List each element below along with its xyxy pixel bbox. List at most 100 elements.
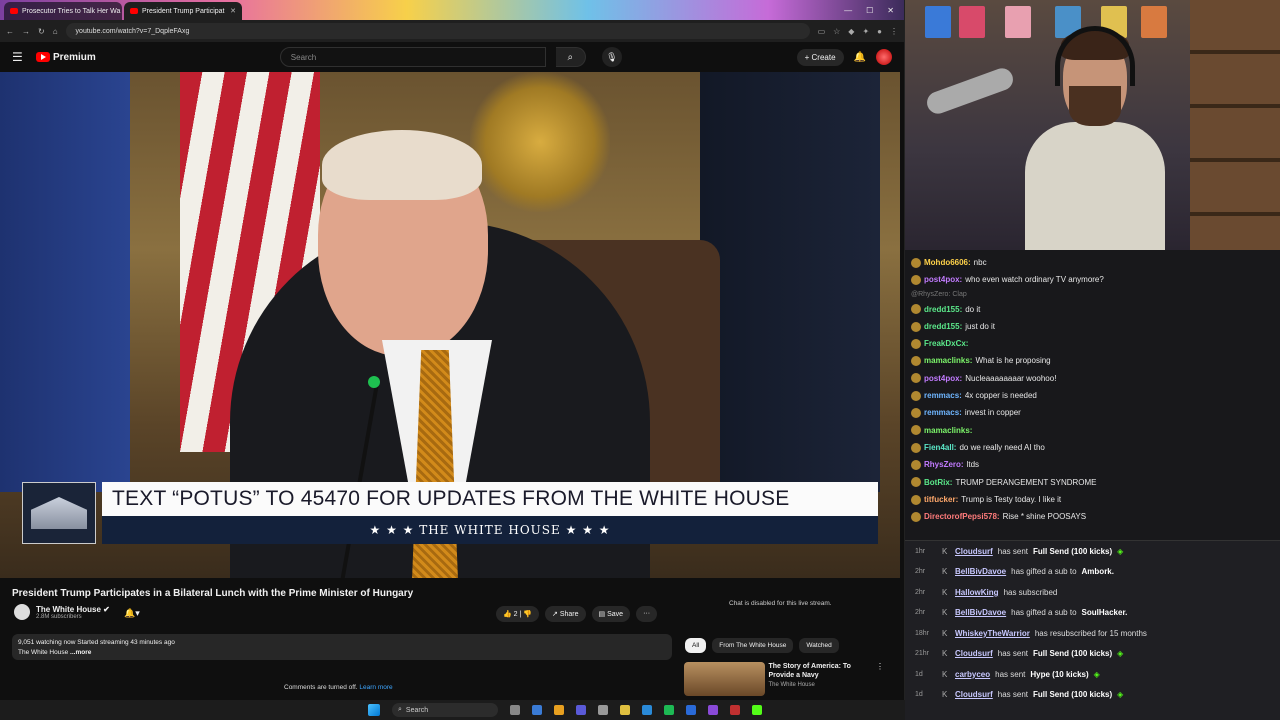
alert-username[interactable]: carbyceo — [955, 670, 990, 679]
folder-icon[interactable] — [620, 705, 630, 715]
recommended-thumbnail[interactable] — [684, 662, 765, 696]
close-window-icon[interactable]: ✕ — [887, 6, 894, 15]
app-icon[interactable] — [642, 705, 652, 715]
chat-username[interactable]: Mohdo6606: — [924, 254, 971, 271]
hamburger-icon[interactable]: ☰ — [12, 50, 26, 64]
chat-badge-icon — [911, 459, 921, 470]
alert-time: 1d — [915, 670, 923, 678]
chat-disabled-notice: Chat is disabled for this live stream. — [729, 600, 832, 607]
app-icon[interactable] — [532, 705, 542, 715]
alert-username[interactable]: HallowKing — [955, 588, 999, 597]
chat-username[interactable]: remmacs: — [924, 387, 962, 404]
microphone-icon[interactable]: 🎙 — [601, 47, 622, 67]
alert-username[interactable]: Cloudsurf — [955, 649, 993, 658]
more-icon[interactable]: ⋮ — [890, 27, 898, 36]
alert-row: 2hr K BellBivDavoe has gifted a sub to SoulH… — [905, 603, 1280, 624]
chrome-icon[interactable] — [554, 705, 564, 715]
chat-username[interactable]: dredd155: — [924, 318, 962, 335]
video-info: President Trump Participates in a Bilate… — [0, 580, 900, 700]
tab-prosecutor[interactable]: Prosecutor Tries to Talk Her Wa✕ — [4, 2, 122, 20]
chat-username[interactable]: DirectorofPepsi578: — [924, 508, 1000, 525]
channel-name[interactable]: The White House ✔ — [36, 605, 110, 614]
chip-from-channel[interactable]: From The White House — [712, 638, 794, 653]
chat-badge-icon — [911, 356, 921, 367]
alert-username[interactable]: BellBivDavoe — [955, 567, 1006, 576]
chat-message: mamaclinks: — [911, 422, 1274, 439]
windows-start-icon[interactable] — [368, 704, 380, 716]
recommended-title[interactable]: The Story of America: To Provide a Navy — [769, 662, 873, 680]
description-more[interactable]: ...more — [70, 649, 91, 656]
star-icon[interactable]: ☆ — [833, 27, 840, 36]
minimize-icon[interactable]: — — [844, 6, 852, 15]
chat-username[interactable]: mamaclinks: — [924, 352, 972, 369]
chat-username[interactable]: titfucker: — [924, 491, 958, 508]
alert-text: has gifted a sub to — [1011, 567, 1077, 577]
task-view-icon[interactable] — [510, 705, 520, 715]
share-button[interactable]: ↗ Share — [545, 606, 586, 622]
create-button[interactable]: + Create — [796, 48, 844, 66]
url-field[interactable]: youtube.com/watch?v=7_DqpleFAxg — [65, 23, 810, 39]
chat-username[interactable]: post4pox: — [924, 370, 962, 387]
back-icon[interactable]: ← — [6, 27, 14, 36]
chat-username[interactable]: mamaclinks: — [924, 422, 972, 439]
channel-avatar[interactable] — [14, 604, 30, 620]
chat-username[interactable]: remmacs: — [924, 404, 962, 421]
close-icon[interactable]: ✕ — [230, 7, 236, 15]
chat-badge-icon — [911, 408, 921, 419]
maximize-icon[interactable]: ☐ — [866, 6, 873, 15]
chat-username[interactable]: BotRix: — [924, 474, 952, 491]
thumbs-down-icon[interactable]: 👎 — [523, 611, 532, 618]
chip-watched[interactable]: Watched — [799, 638, 839, 653]
chip-all[interactable]: All — [685, 638, 707, 653]
home-icon[interactable]: ⌂ — [53, 27, 58, 36]
chat-username[interactable]: RhysZero: — [924, 456, 964, 473]
more-actions-button[interactable]: ··· — [636, 606, 658, 622]
avatar[interactable] — [876, 49, 892, 65]
app-icon[interactable] — [598, 705, 608, 715]
recommended-video[interactable]: The Story of America: To Provide a Navy … — [684, 662, 884, 700]
save-button[interactable]: ▤ Save — [591, 606, 631, 622]
alert-text: has sent — [997, 546, 1029, 556]
notification-bell-icon[interactable]: 🔔▾ — [124, 608, 140, 619]
chat-badge-icon — [911, 321, 921, 332]
video-player[interactable]: TEXT “POTUS” TO 45470 FOR UPDATES FROM T… — [0, 72, 900, 578]
alert-time: 18hr — [915, 629, 930, 637]
search-icon[interactable]: ⌕ — [555, 47, 586, 67]
taskbar-search[interactable]: ⌕ Search — [392, 703, 498, 717]
like-button[interactable]: 👍 2 | 👎 — [496, 606, 540, 622]
tab-president-trump[interactable]: President Trump Participat ✕ — [124, 2, 242, 20]
learn-more-link[interactable]: Learn more — [359, 684, 392, 691]
app-icon[interactable] — [730, 705, 740, 715]
alert-username[interactable]: Cloudsurf — [955, 547, 993, 556]
bell-icon[interactable]: 🔔 — [854, 52, 866, 63]
alert-username[interactable]: Cloudsurf — [955, 690, 993, 699]
save-icon: ▤ — [598, 611, 606, 618]
alert-username[interactable]: WhiskeyTheWarrior — [955, 629, 1030, 638]
kick-icon[interactable] — [752, 705, 762, 715]
description-box[interactable]: 9,051 watching now Started streaming 43 … — [12, 634, 672, 660]
cast-icon[interactable]: ▭ — [818, 27, 826, 36]
forward-icon[interactable]: → — [22, 27, 30, 36]
chat-username[interactable]: FreakDxCx: — [924, 335, 968, 352]
chat-message: RhysZero: ltds — [911, 456, 1274, 473]
search-input[interactable]: Search — [279, 47, 546, 67]
extension-icon[interactable]: ◆ — [848, 27, 854, 36]
description-text: The White House — [18, 649, 69, 656]
youtube-logo[interactable]: Premium — [36, 52, 96, 63]
chat-badge-icon — [911, 442, 921, 453]
app-icon[interactable] — [708, 705, 718, 715]
chat-username[interactable]: post4pox: — [924, 271, 962, 288]
reload-icon[interactable]: ↻ — [38, 27, 45, 36]
discord-icon[interactable] — [576, 705, 586, 715]
alert-time: 2hr — [915, 588, 926, 596]
app-icon[interactable] — [686, 705, 696, 715]
chat-username[interactable]: dredd155: — [924, 301, 962, 318]
chat-username[interactable]: Fien4all: — [924, 439, 956, 456]
more-vert-icon[interactable]: ⋮ — [876, 662, 884, 700]
extensions: ▭ ☆ ◆ ✦ ● ⋮ — [818, 27, 898, 36]
spotify-icon[interactable] — [664, 705, 674, 715]
alert-username[interactable]: BellBivDavoe — [955, 608, 1006, 617]
puzzle-icon[interactable]: ✦ — [862, 27, 869, 36]
profile-icon[interactable]: ● — [877, 27, 882, 36]
alert-time: 21hr — [915, 650, 930, 658]
